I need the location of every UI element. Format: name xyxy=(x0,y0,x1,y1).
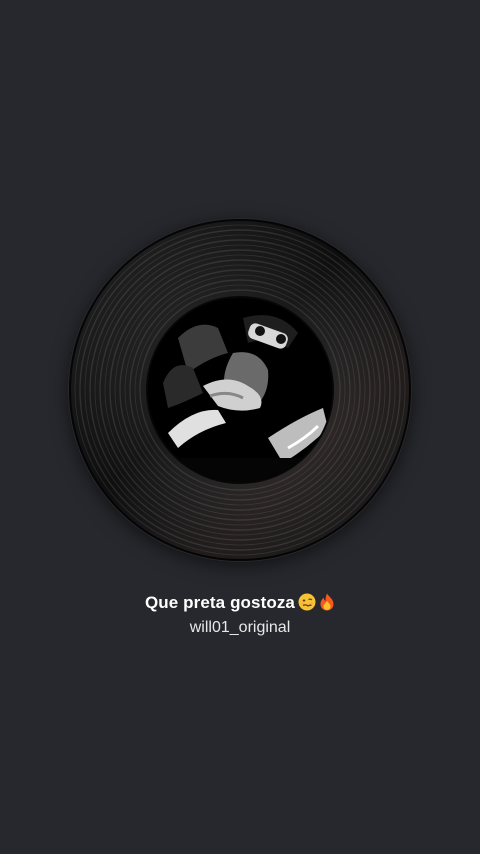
vinyl-record[interactable] xyxy=(68,218,412,562)
track-title-text: Que preta gostoza xyxy=(144,593,295,612)
fire-emoji-icon xyxy=(319,593,335,616)
album-cover-image xyxy=(148,298,332,482)
album-art-photo xyxy=(148,298,332,482)
track-title: Que preta gostoza xyxy=(0,593,480,616)
artist-name[interactable]: will01_original xyxy=(0,619,480,637)
woozy-face-emoji-icon xyxy=(298,593,316,616)
music-player-screen: Que preta gostoza will01_original xyxy=(0,0,480,854)
